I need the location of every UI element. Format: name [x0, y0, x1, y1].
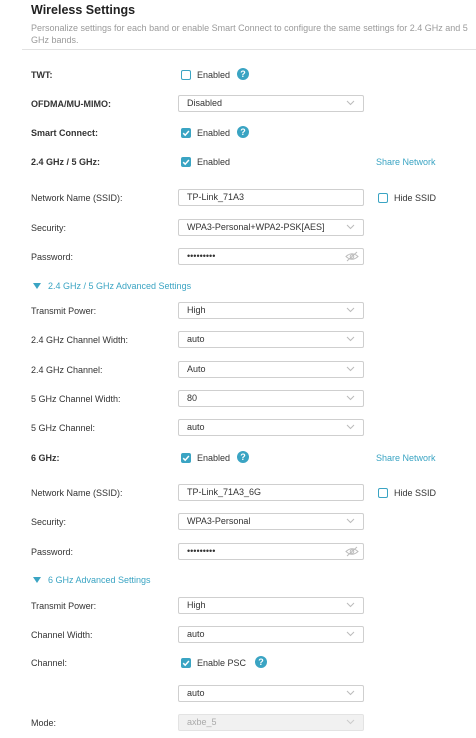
chevron-down-icon [346, 224, 355, 230]
help-icon[interactable]: ? [255, 656, 267, 668]
check-icon [182, 660, 190, 667]
advanced-settings-6-toggle[interactable]: 6 GHz Advanced Settings [48, 575, 151, 585]
chevron-down-icon [346, 366, 355, 372]
channel-6-select[interactable]: auto [178, 685, 364, 702]
ssid-6-label: Network Name (SSID): [31, 488, 123, 498]
chevron-down-icon [346, 602, 355, 608]
security-6-value: WPA3-Personal [187, 516, 251, 526]
ssid-value: TP-Link_71A3 [187, 192, 245, 202]
ssid-label: Network Name (SSID): [31, 193, 123, 203]
share-network-link[interactable]: Share Network [376, 157, 436, 167]
channel-width-5-select[interactable]: 80 [178, 390, 364, 407]
channel-width-5-label: 5 GHz Channel Width: [31, 394, 121, 404]
twt-enabled-label: Enabled [197, 70, 231, 80]
channel-width-6-select[interactable]: auto [178, 626, 364, 643]
transmit-power-6-value: High [187, 600, 206, 610]
eye-slash-icon[interactable] [345, 546, 359, 557]
password-6-input[interactable]: ••••••••• [178, 543, 364, 560]
password-6-value: ••••••••• [187, 546, 216, 556]
transmit-power-label: Transmit Power: [31, 306, 97, 316]
twt-label: TWT: [31, 70, 53, 80]
enable-psc-checkbox[interactable] [181, 658, 191, 668]
chevron-down-icon [346, 100, 355, 106]
channel-6-value: auto [187, 688, 205, 698]
advanced-settings-24-5-toggle[interactable]: 2.4 GHz / 5 GHz Advanced Settings [48, 281, 191, 291]
hide-ssid-6-label: Hide SSID [394, 488, 437, 498]
smart-connect-label: Smart Connect: [31, 128, 99, 138]
collapse-triangle-icon[interactable] [33, 283, 41, 289]
band-24-5-enabled-label: Enabled [197, 157, 231, 167]
check-icon [182, 130, 190, 137]
chevron-down-icon [346, 690, 355, 696]
help-icon[interactable]: ? [237, 451, 249, 463]
ofdma-select[interactable]: Disabled [178, 95, 364, 112]
channel-5-select[interactable]: auto [178, 419, 364, 436]
channel-width-24-select[interactable]: auto [178, 331, 364, 348]
mode-label: Mode: [31, 718, 57, 728]
channel-width-5-value: 80 [187, 393, 198, 403]
smart-connect-enabled-label: Enabled [197, 128, 231, 138]
chevron-down-icon [346, 307, 355, 313]
band-6-label: 6 GHz: [31, 453, 60, 463]
share-network-link[interactable]: Share Network [376, 453, 436, 463]
help-icon[interactable]: ? [237, 68, 249, 80]
enable-psc-label: Enable PSC [197, 658, 247, 668]
password-label: Password: [31, 252, 74, 262]
collapse-triangle-icon[interactable] [33, 577, 41, 583]
twt-checkbox[interactable] [181, 70, 191, 80]
divider [22, 49, 476, 50]
channel-6-label: Channel: [31, 658, 68, 668]
channel-24-select[interactable]: Auto [178, 361, 364, 378]
ssid-input[interactable]: TP-Link_71A3 [178, 189, 364, 206]
hide-ssid-label: Hide SSID [394, 193, 437, 203]
page-title: Wireless Settings [31, 3, 136, 17]
check-icon [182, 455, 190, 462]
eye-slash-icon[interactable] [345, 251, 359, 262]
channel-24-label: 2.4 GHz Channel: [31, 365, 103, 375]
channel-24-value: Auto [187, 364, 206, 374]
channel-width-6-value: auto [187, 629, 205, 639]
band-6-enabled-label: Enabled [197, 453, 231, 463]
chevron-down-icon [346, 336, 355, 342]
security-6-select[interactable]: WPA3-Personal [178, 513, 364, 530]
transmit-power-value: High [187, 305, 206, 315]
mode-select: axbe_5 [178, 714, 364, 731]
chevron-down-icon [346, 631, 355, 637]
channel-5-value: auto [187, 422, 205, 432]
password-input[interactable]: ••••••••• [178, 248, 364, 265]
page-description: Personalize settings for each band or en… [31, 23, 468, 45]
ssid-6-input[interactable]: TP-Link_71A3_6G [178, 484, 364, 501]
channel-width-24-value: auto [187, 334, 205, 344]
help-icon[interactable]: ? [237, 126, 249, 138]
password-value: ••••••••• [187, 251, 216, 261]
band-24-5-label: 2.4 GHz / 5 GHz: [31, 157, 101, 167]
transmit-power-6-select[interactable]: High [178, 597, 364, 614]
security-select-value: WPA3-Personal+WPA2-PSK[AES] [187, 222, 325, 232]
band-6-checkbox[interactable] [181, 453, 191, 463]
ssid-6-value: TP-Link_71A3_6G [187, 487, 262, 497]
security-label: Security: [31, 223, 67, 233]
channel-5-label: 5 GHz Channel: [31, 423, 96, 433]
hide-ssid-6-checkbox[interactable] [378, 488, 388, 498]
password-6-label: Password: [31, 547, 74, 557]
security-select[interactable]: WPA3-Personal+WPA2-PSK[AES] [178, 219, 364, 236]
check-icon [182, 159, 190, 166]
channel-width-6-label: Channel Width: [31, 630, 93, 640]
chevron-down-icon [346, 395, 355, 401]
transmit-power-6-label: Transmit Power: [31, 601, 97, 611]
hide-ssid-checkbox[interactable] [378, 193, 388, 203]
chevron-down-icon [346, 719, 355, 725]
mode-value: axbe_5 [187, 717, 217, 727]
chevron-down-icon [346, 518, 355, 524]
channel-width-24-label: 2.4 GHz Channel Width: [31, 335, 129, 345]
smart-connect-checkbox[interactable] [181, 128, 191, 138]
transmit-power-select[interactable]: High [178, 302, 364, 319]
ofdma-label: OFDMA/MU-MIMO: [31, 99, 111, 109]
band-24-5-checkbox[interactable] [181, 157, 191, 167]
security-6-label: Security: [31, 517, 67, 527]
ofdma-select-value: Disabled [187, 98, 223, 108]
chevron-down-icon [346, 424, 355, 430]
